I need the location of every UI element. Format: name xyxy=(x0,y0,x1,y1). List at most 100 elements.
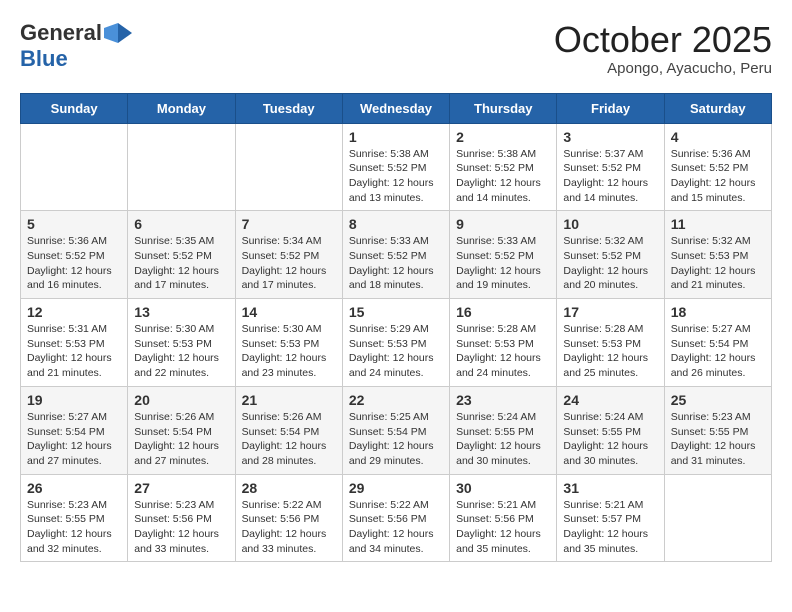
day-number: 8 xyxy=(349,216,443,232)
day-info: Sunrise: 5:37 AM Sunset: 5:52 PM Dayligh… xyxy=(563,147,657,206)
day-info: Sunrise: 5:36 AM Sunset: 5:52 PM Dayligh… xyxy=(27,234,121,293)
day-info: Sunrise: 5:24 AM Sunset: 5:55 PM Dayligh… xyxy=(563,410,657,469)
logo-general-text: General xyxy=(20,20,102,46)
day-number: 31 xyxy=(563,480,657,496)
day-number: 4 xyxy=(671,129,765,145)
day-info: Sunrise: 5:25 AM Sunset: 5:54 PM Dayligh… xyxy=(349,410,443,469)
day-number: 26 xyxy=(27,480,121,496)
day-info: Sunrise: 5:36 AM Sunset: 5:52 PM Dayligh… xyxy=(671,147,765,206)
calendar-cell: 4 Sunrise: 5:36 AM Sunset: 5:52 PM Daylig… xyxy=(664,123,771,211)
weekday-header-row: SundayMondayTuesdayWednesdayThursdayFrid… xyxy=(21,93,772,123)
day-info: Sunrise: 5:30 AM Sunset: 5:53 PM Dayligh… xyxy=(134,322,228,381)
day-info: Sunrise: 5:26 AM Sunset: 5:54 PM Dayligh… xyxy=(134,410,228,469)
calendar-week-5: 26 Sunrise: 5:23 AM Sunset: 5:55 PM Dayli… xyxy=(21,474,772,562)
day-info: Sunrise: 5:21 AM Sunset: 5:56 PM Dayligh… xyxy=(456,498,550,557)
calendar-cell: 26 Sunrise: 5:23 AM Sunset: 5:55 PM Dayli… xyxy=(21,474,128,562)
day-info: Sunrise: 5:29 AM Sunset: 5:53 PM Dayligh… xyxy=(349,322,443,381)
day-number: 23 xyxy=(456,392,550,408)
day-info: Sunrise: 5:33 AM Sunset: 5:52 PM Dayligh… xyxy=(349,234,443,293)
calendar-cell: 19Sunrise: 5:27 AM Sunset: 5:54 PM Dayli… xyxy=(21,386,128,474)
calendar-cell: 11 Sunrise: 5:32 AM Sunset: 5:53 PM Dayli… xyxy=(664,211,771,299)
day-info: Sunrise: 5:34 AM Sunset: 5:52 PM Dayligh… xyxy=(242,234,336,293)
day-number: 22 xyxy=(349,392,443,408)
calendar-cell: 28 Sunrise: 5:22 AM Sunset: 5:56 PM Dayli… xyxy=(235,474,342,562)
day-number: 11 xyxy=(671,216,765,232)
calendar-cell: 23 Sunrise: 5:24 AM Sunset: 5:55 PM Dayli… xyxy=(450,386,557,474)
day-number: 5 xyxy=(27,216,121,232)
calendar-cell: 13 Sunrise: 5:30 AM Sunset: 5:53 PM Dayli… xyxy=(128,299,235,387)
day-number: 13 xyxy=(134,304,228,320)
calendar-cell: 29 Sunrise: 5:22 AM Sunset: 5:56 PM Dayli… xyxy=(342,474,449,562)
day-info: Sunrise: 5:21 AM Sunset: 5:57 PM Dayligh… xyxy=(563,498,657,557)
day-number: 29 xyxy=(349,480,443,496)
day-info: Sunrise: 5:22 AM Sunset: 5:56 PM Dayligh… xyxy=(349,498,443,557)
calendar-cell: 2 Sunrise: 5:38 AM Sunset: 5:52 PM Daylig… xyxy=(450,123,557,211)
day-number: 7 xyxy=(242,216,336,232)
calendar-cell: 15 Sunrise: 5:29 AM Sunset: 5:53 PM Dayli… xyxy=(342,299,449,387)
calendar-table: SundayMondayTuesdayWednesdayThursdayFrid… xyxy=(20,93,772,563)
day-info: Sunrise: 5:38 AM Sunset: 5:52 PM Dayligh… xyxy=(456,147,550,206)
calendar-cell: 5 Sunrise: 5:36 AM Sunset: 5:52 PM Daylig… xyxy=(21,211,128,299)
day-info: Sunrise: 5:27 AM Sunset: 5:54 PM Dayligh… xyxy=(671,322,765,381)
weekday-thursday: Thursday xyxy=(450,93,557,123)
calendar-cell: 3Sunrise: 5:37 AM Sunset: 5:52 PM Daylig… xyxy=(557,123,664,211)
day-info: Sunrise: 5:28 AM Sunset: 5:53 PM Dayligh… xyxy=(563,322,657,381)
day-number: 28 xyxy=(242,480,336,496)
day-number: 20 xyxy=(134,392,228,408)
day-number: 6 xyxy=(134,216,228,232)
calendar-cell: 9 Sunrise: 5:33 AM Sunset: 5:52 PM Daylig… xyxy=(450,211,557,299)
title-section: October 2025 Apongo, Ayacucho, Peru xyxy=(554,20,772,77)
calendar-cell: 25 Sunrise: 5:23 AM Sunset: 5:55 PM Dayli… xyxy=(664,386,771,474)
calendar-cell: 30Sunrise: 5:21 AM Sunset: 5:56 PM Dayli… xyxy=(450,474,557,562)
day-info: Sunrise: 5:24 AM Sunset: 5:55 PM Dayligh… xyxy=(456,410,550,469)
calendar-cell: 24Sunrise: 5:24 AM Sunset: 5:55 PM Dayli… xyxy=(557,386,664,474)
weekday-friday: Friday xyxy=(557,93,664,123)
day-info: Sunrise: 5:23 AM Sunset: 5:55 PM Dayligh… xyxy=(671,410,765,469)
calendar-cell: 10 Sunrise: 5:32 AM Sunset: 5:52 PM Dayli… xyxy=(557,211,664,299)
calendar-cell: 17 Sunrise: 5:28 AM Sunset: 5:53 PM Dayli… xyxy=(557,299,664,387)
location: Apongo, Ayacucho, Peru xyxy=(554,60,772,77)
day-info: Sunrise: 5:32 AM Sunset: 5:52 PM Dayligh… xyxy=(563,234,657,293)
day-info: Sunrise: 5:23 AM Sunset: 5:56 PM Dayligh… xyxy=(134,498,228,557)
day-number: 2 xyxy=(456,129,550,145)
day-number: 15 xyxy=(349,304,443,320)
day-info: Sunrise: 5:30 AM Sunset: 5:53 PM Dayligh… xyxy=(242,322,336,381)
day-number: 1 xyxy=(349,129,443,145)
day-number: 21 xyxy=(242,392,336,408)
weekday-wednesday: Wednesday xyxy=(342,93,449,123)
day-info: Sunrise: 5:26 AM Sunset: 5:54 PM Dayligh… xyxy=(242,410,336,469)
day-number: 9 xyxy=(456,216,550,232)
calendar-week-3: 12 Sunrise: 5:31 AM Sunset: 5:53 PM Dayli… xyxy=(21,299,772,387)
day-info: Sunrise: 5:27 AM Sunset: 5:54 PM Dayligh… xyxy=(27,410,121,469)
day-info: Sunrise: 5:38 AM Sunset: 5:52 PM Dayligh… xyxy=(349,147,443,206)
day-number: 10 xyxy=(563,216,657,232)
day-number: 14 xyxy=(242,304,336,320)
day-number: 17 xyxy=(563,304,657,320)
page-container: General Blue October 2025 Apongo, Ayacuc… xyxy=(0,0,792,572)
calendar-cell: 18 Sunrise: 5:27 AM Sunset: 5:54 PM Dayli… xyxy=(664,299,771,387)
calendar-cell: 12 Sunrise: 5:31 AM Sunset: 5:53 PM Dayli… xyxy=(21,299,128,387)
day-number: 18 xyxy=(671,304,765,320)
day-number: 16 xyxy=(456,304,550,320)
calendar-cell: 22 Sunrise: 5:25 AM Sunset: 5:54 PM Dayli… xyxy=(342,386,449,474)
logo-blue-text: Blue xyxy=(20,46,68,72)
calendar-cell: 8 Sunrise: 5:33 AM Sunset: 5:52 PM Daylig… xyxy=(342,211,449,299)
day-info: Sunrise: 5:31 AM Sunset: 5:53 PM Dayligh… xyxy=(27,322,121,381)
day-info: Sunrise: 5:33 AM Sunset: 5:52 PM Dayligh… xyxy=(456,234,550,293)
month-title: October 2025 xyxy=(554,20,772,60)
calendar-cell: 7 Sunrise: 5:34 AM Sunset: 5:52 PM Daylig… xyxy=(235,211,342,299)
day-info: Sunrise: 5:23 AM Sunset: 5:55 PM Dayligh… xyxy=(27,498,121,557)
day-number: 25 xyxy=(671,392,765,408)
calendar-cell: 6Sunrise: 5:35 AM Sunset: 5:52 PM Daylig… xyxy=(128,211,235,299)
logo-icon xyxy=(104,23,132,43)
day-number: 12 xyxy=(27,304,121,320)
day-info: Sunrise: 5:32 AM Sunset: 5:53 PM Dayligh… xyxy=(671,234,765,293)
calendar-cell: 20 Sunrise: 5:26 AM Sunset: 5:54 PM Dayli… xyxy=(128,386,235,474)
day-info: Sunrise: 5:28 AM Sunset: 5:53 PM Dayligh… xyxy=(456,322,550,381)
weekday-sunday: Sunday xyxy=(21,93,128,123)
calendar-cell: 1 Sunrise: 5:38 AM Sunset: 5:52 PM Daylig… xyxy=(342,123,449,211)
day-info: Sunrise: 5:22 AM Sunset: 5:56 PM Dayligh… xyxy=(242,498,336,557)
calendar-cell: 27Sunrise: 5:23 AM Sunset: 5:56 PM Dayli… xyxy=(128,474,235,562)
weekday-monday: Monday xyxy=(128,93,235,123)
calendar-week-4: 19Sunrise: 5:27 AM Sunset: 5:54 PM Dayli… xyxy=(21,386,772,474)
